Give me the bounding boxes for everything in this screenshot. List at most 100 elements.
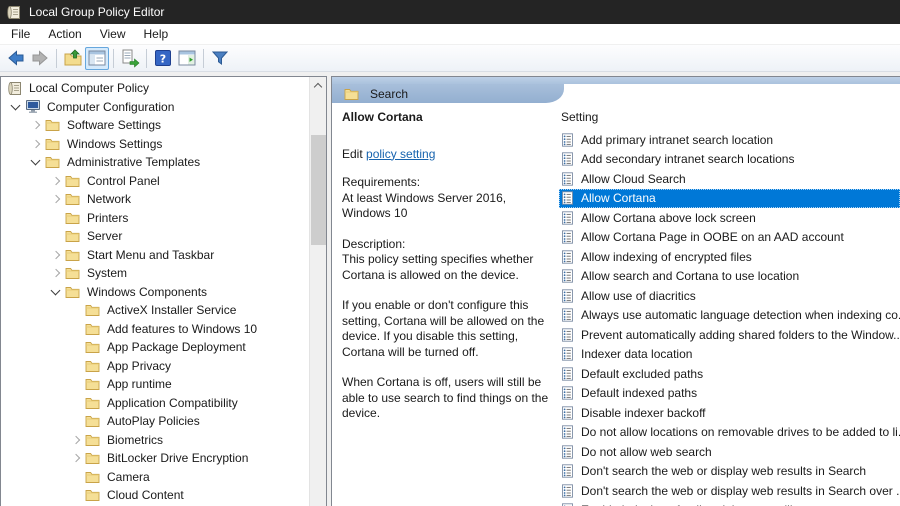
main-area: Local Computer PolicyComputer Configurat… [0, 72, 900, 506]
up-one-level-icon [63, 48, 83, 68]
tree-item-windows-settings[interactable]: Windows Settings [1, 135, 309, 154]
tree-item-application-compatibility[interactable]: Application Compatibility [1, 394, 309, 413]
up-one-level-button[interactable] [61, 47, 85, 70]
list-item[interactable]: Add secondary intranet search locations [559, 150, 900, 170]
tree-item-server[interactable]: Server [1, 227, 309, 246]
tree-item-label: Windows Settings [67, 137, 162, 151]
menu-help[interactable]: Help [135, 25, 178, 43]
chevron-right-icon[interactable] [47, 190, 65, 208]
tree-item-app-privacy[interactable]: App Privacy [1, 357, 309, 376]
filter-button[interactable] [208, 47, 232, 70]
tree-item-autoplay-policies[interactable]: AutoPlay Policies [1, 412, 309, 431]
tree-scrollbar[interactable] [309, 77, 326, 506]
folder-icon [45, 155, 62, 170]
filter-icon [210, 48, 230, 68]
setting-label: Allow Cortana [581, 191, 656, 205]
tree-item-app-runtime[interactable]: App runtime [1, 375, 309, 394]
menu-file[interactable]: File [2, 25, 39, 43]
list-item[interactable]: Disable indexer backoff [559, 403, 900, 423]
show-console-tree-button[interactable] [85, 47, 109, 70]
tree-item-app-package-deployment[interactable]: App Package Deployment [1, 338, 309, 357]
forward-button[interactable] [28, 47, 52, 70]
folder-icon [85, 469, 102, 484]
chevron-placeholder [67, 412, 85, 430]
tree-item-activex-installer-service[interactable]: ActiveX Installer Service [1, 301, 309, 320]
setting-label: Default excluded paths [581, 367, 703, 381]
edit-policy-line: Edit policy setting [342, 147, 549, 163]
policy-details-panel: Allow Cortana Edit policy setting Requir… [332, 103, 557, 506]
chevron-right-icon[interactable] [67, 431, 85, 449]
chevron-right-icon[interactable] [27, 116, 45, 134]
scrollbar-thumb[interactable] [311, 135, 326, 245]
list-item[interactable]: Default indexed paths [559, 384, 900, 404]
list-item[interactable]: Indexer data location [559, 345, 900, 365]
list-item[interactable]: Allow use of diacritics [559, 286, 900, 306]
tree-item-camera[interactable]: Camera [1, 468, 309, 487]
chevron-down-icon[interactable] [47, 283, 65, 301]
description-paragraph: When Cortana is off, users will still be… [342, 375, 549, 422]
setting-column-header[interactable]: Setting [559, 103, 900, 130]
tree-item-label: App runtime [107, 377, 172, 391]
chevron-down-icon[interactable] [7, 98, 25, 116]
chevron-down-icon[interactable] [27, 153, 45, 171]
back-button[interactable] [4, 47, 28, 70]
description-paragraph: If you enable or don't configure this se… [342, 298, 549, 360]
tree-item-biometrics[interactable]: Biometrics [1, 431, 309, 450]
chevron-right-icon[interactable] [47, 172, 65, 190]
menu-bar: FileActionViewHelp [0, 24, 900, 45]
list-item[interactable]: Prevent automatically adding shared fold… [559, 325, 900, 345]
chevron-right-icon[interactable] [47, 264, 65, 282]
chevron-right-icon[interactable] [47, 246, 65, 264]
list-item[interactable]: Don't search the web or display web resu… [559, 481, 900, 501]
chevron-placeholder [47, 209, 65, 227]
menu-view[interactable]: View [91, 25, 135, 43]
tree-item-computer-configuration[interactable]: Computer Configuration [1, 98, 309, 117]
setting-doc-icon [561, 230, 576, 245]
setting-label: Disable indexer backoff [581, 406, 706, 420]
folder-icon [65, 284, 82, 299]
menu-action[interactable]: Action [39, 25, 90, 43]
chevron-right-icon[interactable] [67, 449, 85, 467]
show-action-pane-button[interactable] [175, 47, 199, 70]
tree-item-network[interactable]: Network [1, 190, 309, 209]
scrollbar-up-icon[interactable] [310, 77, 326, 94]
folder-icon [45, 118, 62, 133]
list-item[interactable]: Allow indexing of encrypted files [559, 247, 900, 267]
tree-item-label: Control Panel [87, 174, 160, 188]
list-item[interactable]: Allow search and Cortana to use location [559, 267, 900, 287]
tree-item-administrative-templates[interactable]: Administrative Templates [1, 153, 309, 172]
folder-icon [65, 247, 82, 262]
tree-item-local-computer-policy[interactable]: Local Computer Policy [1, 79, 309, 98]
tree-item-printers[interactable]: Printers [1, 209, 309, 228]
setting-doc-icon [561, 171, 576, 186]
export-list-button[interactable] [118, 47, 142, 70]
chevron-placeholder [67, 320, 85, 338]
chevron-placeholder [47, 227, 65, 245]
help-button[interactable]: ? [151, 47, 175, 70]
folder-icon [65, 173, 82, 188]
list-item[interactable]: Default excluded paths [559, 364, 900, 384]
list-item[interactable]: Enable indexing of online delegate mailb… [559, 501, 900, 506]
tree-item-add-features-to-windows-10[interactable]: Add features to Windows 10 [1, 320, 309, 339]
tree-item-start-menu-and-taskbar[interactable]: Start Menu and Taskbar [1, 246, 309, 265]
list-item[interactable]: Don't search the web or display web resu… [559, 462, 900, 482]
list-item[interactable]: Allow Cortana Page in OOBE on an AAD acc… [559, 228, 900, 248]
list-item[interactable]: Add primary intranet search location [559, 130, 900, 150]
tree-item-windows-components[interactable]: Windows Components [1, 283, 309, 302]
list-item[interactable]: Allow Cloud Search [559, 169, 900, 189]
tree-item-cloud-content[interactable]: Cloud Content [1, 486, 309, 505]
tree-item-control-panel[interactable]: Control Panel [1, 172, 309, 191]
list-item[interactable]: Allow Cortana above lock screen [559, 208, 900, 228]
list-item[interactable]: Always use automatic language detection … [559, 306, 900, 326]
tree-item-bitlocker-drive-encryption[interactable]: BitLocker Drive Encryption [1, 449, 309, 468]
edit-policy-setting-link[interactable]: policy setting [366, 147, 435, 161]
tree-item-system[interactable]: System [1, 264, 309, 283]
tree-item-software-settings[interactable]: Software Settings [1, 116, 309, 135]
list-item[interactable]: Do not allow locations on removable driv… [559, 423, 900, 443]
folder-icon [65, 229, 82, 244]
tree-item-label: Camera [107, 470, 150, 484]
list-item[interactable]: Do not allow web search [559, 442, 900, 462]
chevron-right-icon[interactable] [27, 135, 45, 153]
list-item-selected[interactable]: Allow Cortana [559, 189, 900, 209]
setting-label: Don't search the web or display web resu… [581, 464, 866, 478]
